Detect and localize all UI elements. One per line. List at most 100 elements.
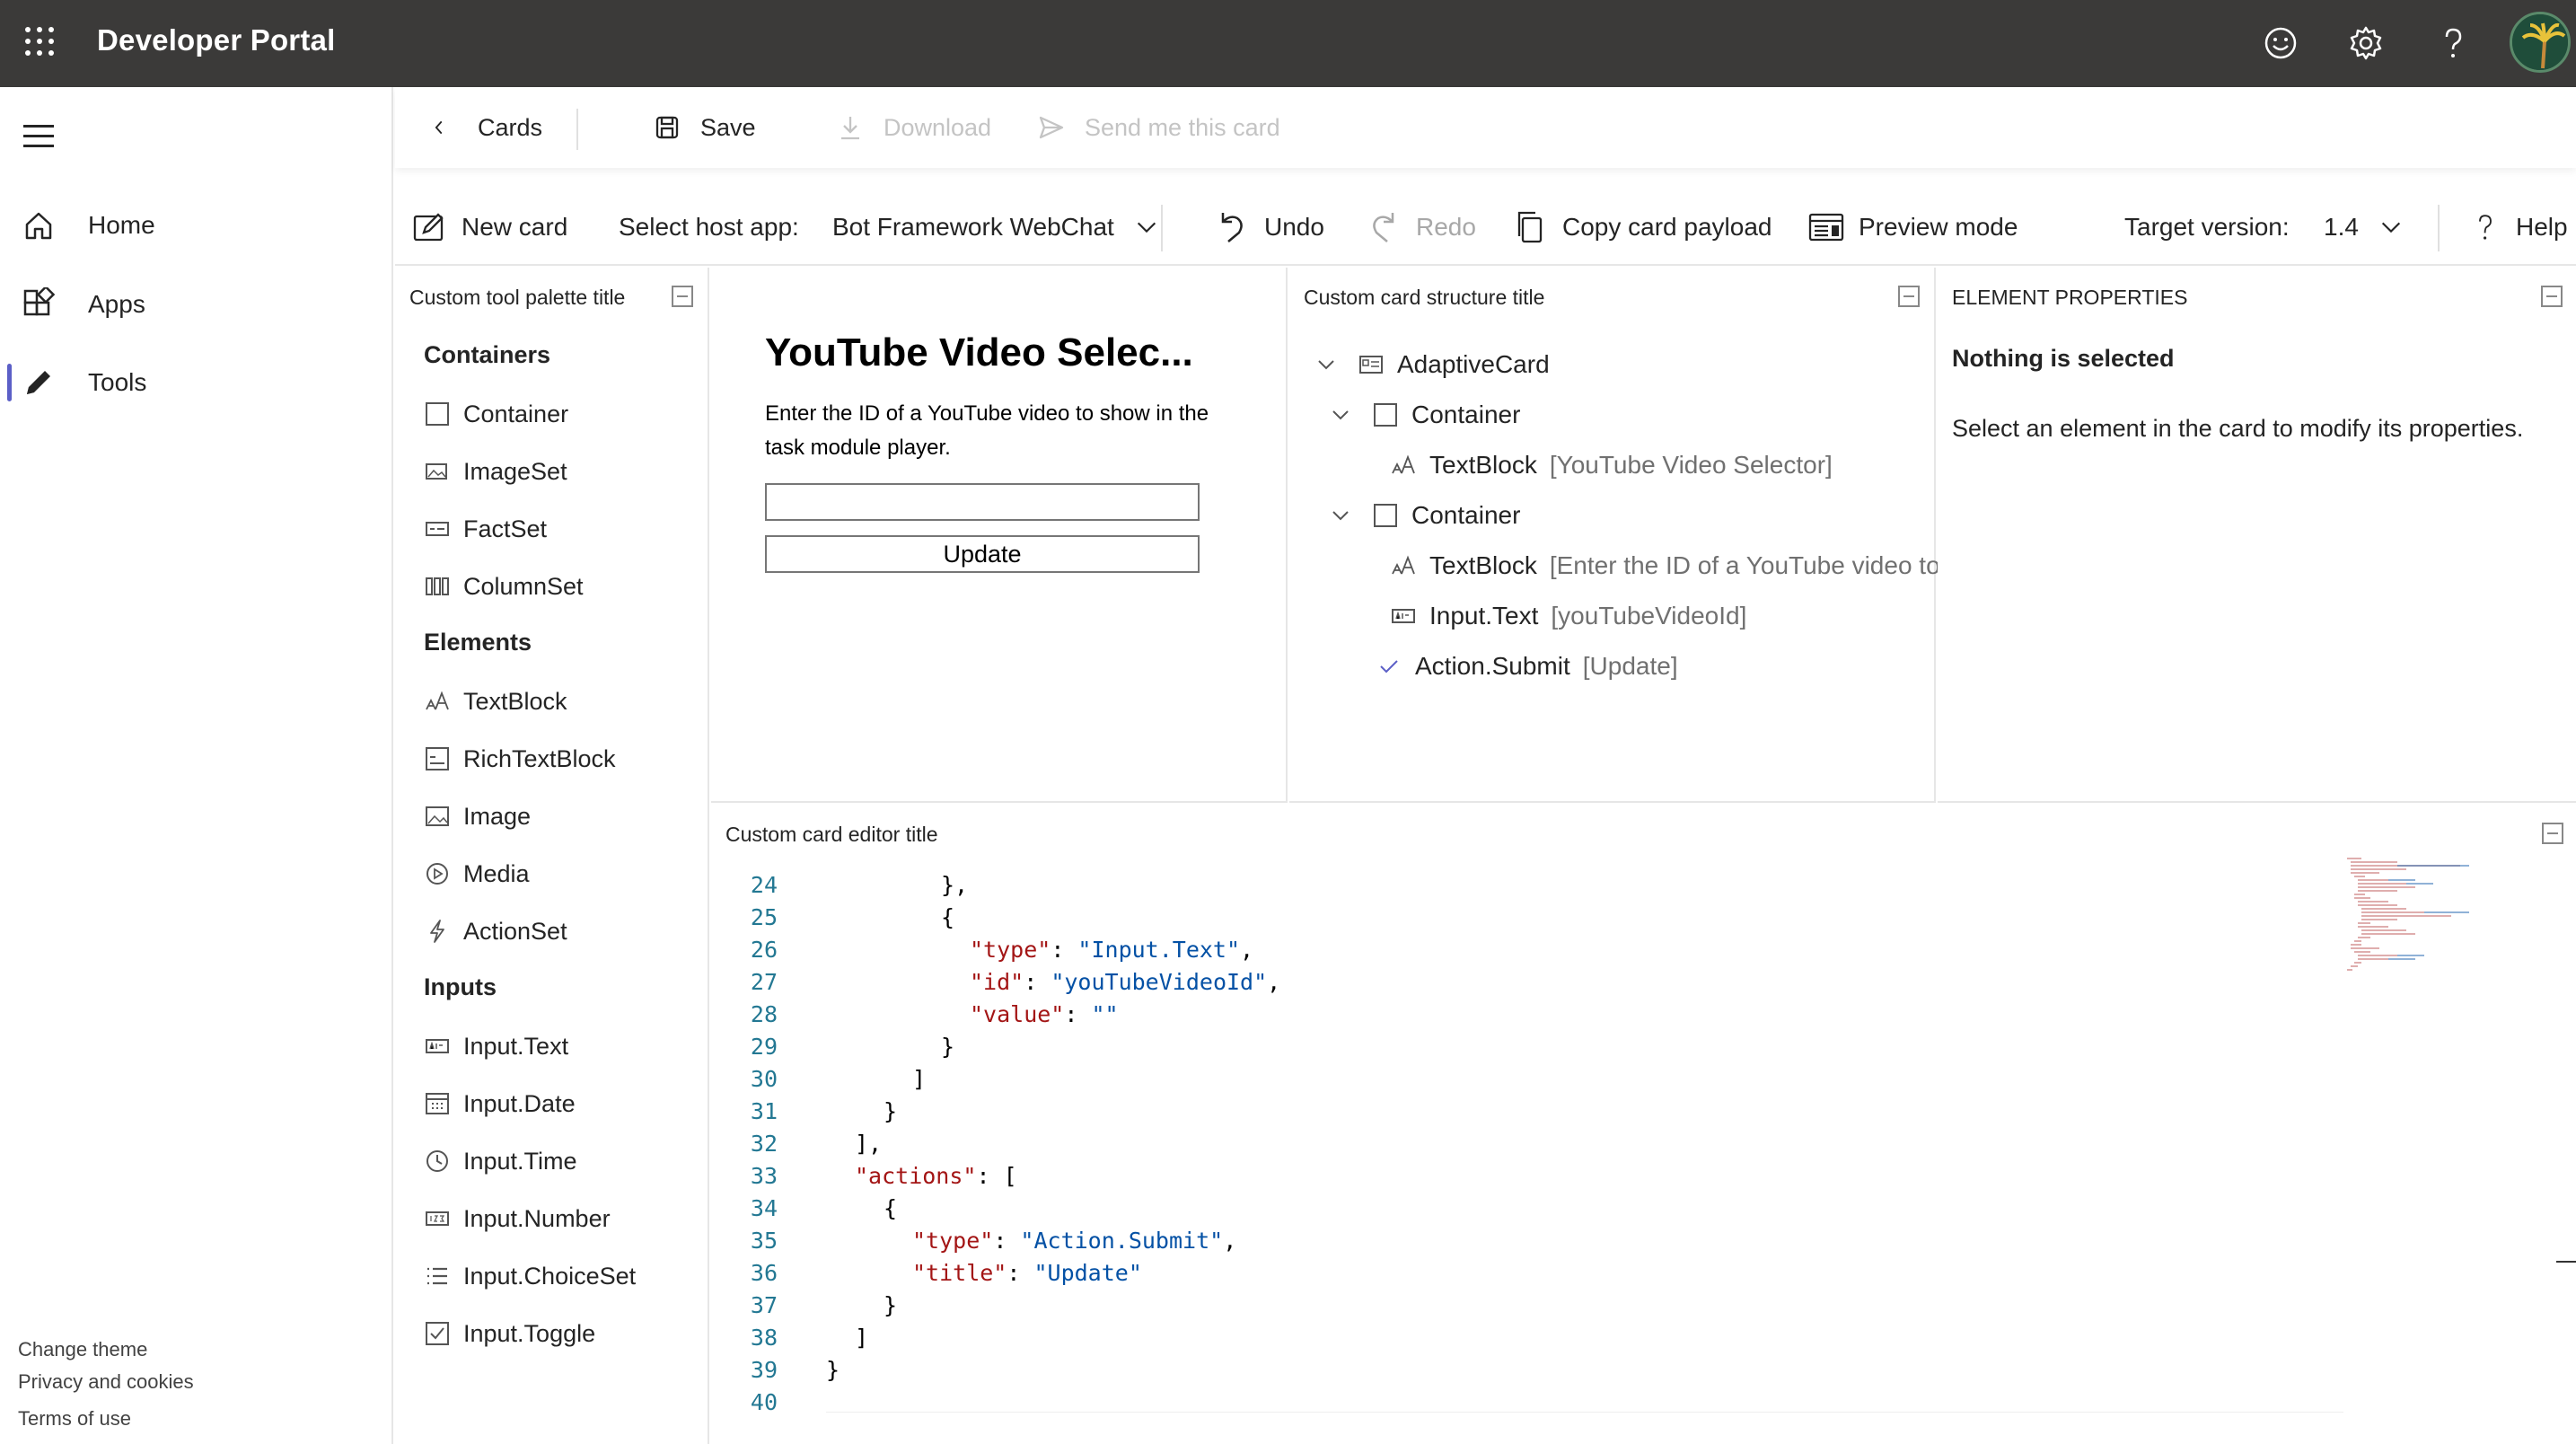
json-punctuation: : (1024, 969, 1051, 995)
save-icon (655, 116, 679, 139)
chevron-down-icon (1137, 222, 1156, 233)
code-text: ] (855, 1322, 868, 1354)
send-card-button[interactable]: Send me this card (1038, 87, 1280, 168)
sidebar-item-tools[interactable]: Tools (0, 351, 391, 414)
tree-node-detail: [YouTube Video Selector] (1549, 451, 1833, 479)
card-body-text[interactable]: Enter the ID of a YouTube video to show … (765, 397, 1232, 465)
line-number: 40 (750, 1389, 778, 1415)
palette-item-richtextblock[interactable]: RichTextBlock (424, 741, 616, 777)
json-punctuation: : (993, 1228, 1021, 1254)
host-app-value: Bot Framework WebChat (832, 213, 1114, 241)
help-button[interactable]: Help (2473, 189, 2568, 266)
terms-link[interactable]: Terms of use (18, 1407, 131, 1431)
tool-palette-panel: Custom tool palette title Containers Con… (395, 268, 709, 1444)
palette-item-label: RichTextBlock (463, 744, 616, 772)
video-id-input[interactable] (765, 483, 1200, 521)
palette-item-input-text[interactable]: Input.Text (424, 1028, 568, 1064)
target-version-select[interactable]: 1.4 (2324, 189, 2404, 266)
collapse-palette-button[interactable] (672, 286, 693, 307)
calendar-icon (426, 1093, 449, 1114)
properties-heading: Nothing is selected (1952, 345, 2175, 372)
sidebar-item-home[interactable]: Home (0, 194, 391, 257)
number-icon (426, 1211, 449, 1226)
line-number: 24 (750, 872, 778, 898)
update-button[interactable]: Update (765, 535, 1200, 573)
pencil-icon (27, 371, 50, 394)
palette-item-factset[interactable]: FactSet (424, 511, 547, 547)
tree-node-detail: [youTubeVideoId] (1551, 602, 1747, 630)
tree-node-textblock[interactable]: TextBlock [YouTube Video Selector] (1390, 445, 1833, 485)
collapse-properties-button[interactable] (2541, 286, 2563, 307)
json-key: "type" (970, 937, 1051, 963)
redo-button[interactable]: Redo (1366, 189, 1476, 266)
back-to-cards-button[interactable]: Cards (431, 87, 542, 168)
palette-item-label: Input.Number (463, 1204, 611, 1232)
code-minimap[interactable] (2343, 853, 2505, 997)
sidebar-item-apps[interactable]: Apps (0, 273, 391, 336)
code-text: } (884, 1096, 897, 1128)
json-punctuation: } (826, 1357, 840, 1383)
tree-node-container[interactable]: Container (1331, 395, 1520, 435)
code-text: ], (855, 1128, 882, 1160)
palette-item-input-choiceset[interactable]: Input.ChoiceSet (424, 1258, 636, 1294)
json-punctuation: : (1051, 937, 1078, 963)
checkbox-icon (426, 1322, 449, 1345)
palette-item-media[interactable]: Media (424, 856, 530, 892)
download-icon (841, 117, 859, 140)
avatar[interactable] (2510, 12, 2571, 73)
collapse-editor-button[interactable] (2542, 823, 2563, 844)
download-button[interactable]: Download (837, 87, 991, 168)
gear-icon[interactable] (2346, 23, 2386, 63)
tree-node-adaptivecard[interactable]: AdaptiveCard (1316, 345, 1550, 384)
sidebar-item-label: Home (88, 211, 155, 239)
save-button[interactable]: Save (654, 87, 756, 168)
palette-item-imageset[interactable]: ImageSet (424, 453, 567, 489)
preview-mode-button[interactable]: Preview mode (1808, 189, 2018, 266)
palette-item-container[interactable]: Container (424, 396, 568, 432)
tree-node-type: Container (1411, 401, 1521, 428)
privacy-link[interactable]: Privacy and cookies (18, 1370, 194, 1394)
save-label: Save (700, 113, 756, 141)
collapse-structure-button[interactable] (1898, 286, 1920, 307)
tree-node-action-submit[interactable]: Action.Submit [Update] (1376, 647, 1678, 686)
chevron-left-icon (435, 120, 443, 135)
help-icon[interactable] (2433, 23, 2473, 63)
copy-payload-button[interactable]: Copy card payload (1512, 189, 1772, 266)
palette-item-image[interactable]: Image (424, 798, 531, 834)
undo-button[interactable]: Undo (1214, 189, 1324, 266)
tree-node-type: AdaptiveCard (1397, 350, 1550, 378)
palette-item-input-time[interactable]: Input.Time (424, 1143, 577, 1179)
card-title[interactable]: YouTube Video Selec... (765, 330, 1193, 375)
change-theme-link[interactable]: Change theme (18, 1338, 147, 1361)
tree-node-input-text[interactable]: Input.Text [youTubeVideoId] (1390, 596, 1746, 636)
host-app-select[interactable]: Bot Framework WebChat (832, 189, 1159, 266)
target-version-value: 1.4 (2324, 213, 2359, 241)
palette-item-textblock[interactable]: TextBlock (424, 683, 567, 719)
json-string: "" (1091, 1001, 1119, 1027)
new-card-button[interactable]: New card (411, 189, 567, 266)
smiley-icon[interactable] (2261, 23, 2300, 63)
json-string: "Input.Text" (1077, 937, 1241, 963)
tree-node-container[interactable]: Container (1331, 496, 1520, 535)
help-label: Help (2516, 213, 2568, 241)
line-number: 27 (750, 969, 778, 995)
waffle-icon[interactable] (23, 25, 56, 57)
palette-item-columnset[interactable]: ColumnSet (424, 568, 584, 604)
palette-item-actionset[interactable]: ActionSet (424, 913, 567, 949)
code-text: "id": "youTubeVideoId", (970, 966, 1280, 999)
palette-item-input-toggle[interactable]: Input.Toggle (424, 1316, 595, 1352)
json-punctuation: , (1240, 937, 1254, 963)
palette-item-label: Container (463, 400, 569, 427)
palette-item-input-number[interactable]: Input.Number (424, 1201, 611, 1237)
code-text: "actions": [ (855, 1160, 1017, 1193)
hamburger-menu-icon[interactable] (23, 123, 56, 150)
card-command-bar: Cards Save Download Send me this card (395, 87, 2576, 168)
tree-node-textblock[interactable]: TextBlock [Enter the ID of a YouTube vid… (1390, 546, 1940, 586)
target-version-label: Target version: (2124, 213, 2290, 241)
palette-item-label: Input.Time (463, 1147, 577, 1175)
image-icon (426, 806, 449, 826)
palette-item-input-date[interactable]: Input.Date (424, 1086, 576, 1122)
input-text-icon (1392, 609, 1415, 623)
left-nav: Home Apps Tools Change theme Privacy and… (0, 87, 393, 1444)
card-structure-panel: Custom card structure title AdaptiveCard… (1289, 268, 1940, 803)
